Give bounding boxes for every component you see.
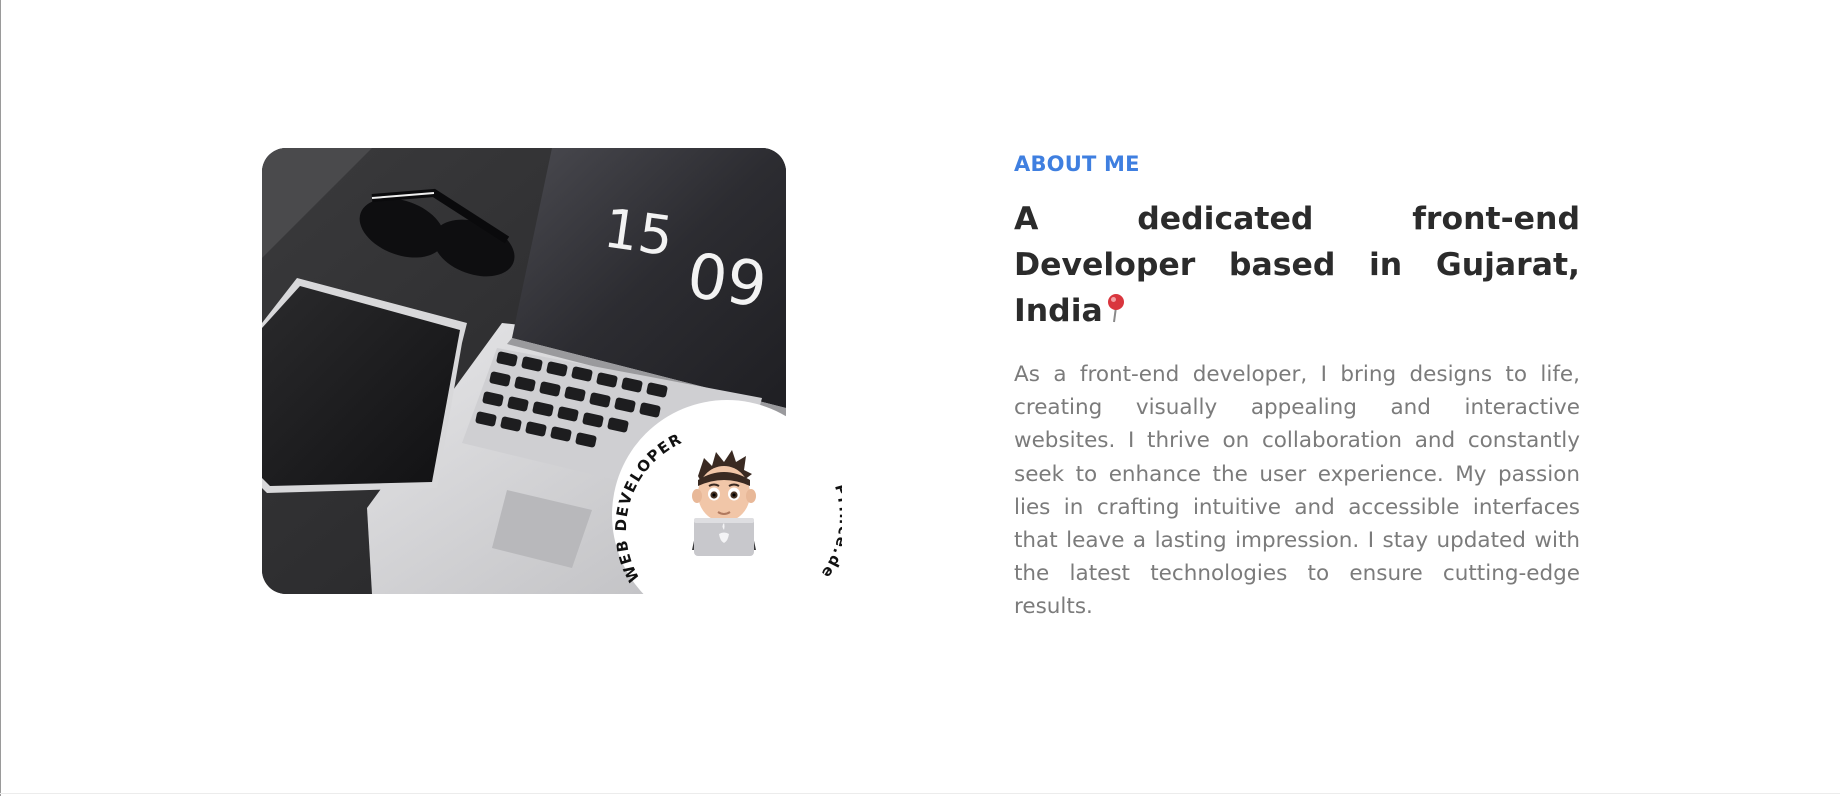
- about-headline: A dedicated front-end Developer based in…: [1014, 196, 1580, 334]
- about-section: ABOUT ME A dedicated front-end Developer…: [1014, 150, 1580, 624]
- svg-text:WEB DEVELOPER: WEB DEVELOPER: [612, 430, 685, 586]
- avatar-memoji-icon: [692, 450, 756, 556]
- round-pushpin-icon: [1105, 290, 1127, 323]
- about-description: As a front-end developer, I bring design…: [1014, 362, 1580, 620]
- web-developer-badge: WEB DEVELOPER Prince.dev: [612, 400, 842, 630]
- badge-text-web-developer: WEB DEVELOPER: [612, 430, 684, 586]
- clock-minute: 09: [683, 239, 771, 322]
- page-left-border: [0, 0, 1, 796]
- clock-hour: 15: [600, 196, 677, 268]
- about-eyebrow: ABOUT ME: [1014, 152, 1140, 176]
- page-bottom-border: [0, 793, 1840, 794]
- about-headline-text: A dedicated front-end Developer based in…: [1014, 201, 1580, 329]
